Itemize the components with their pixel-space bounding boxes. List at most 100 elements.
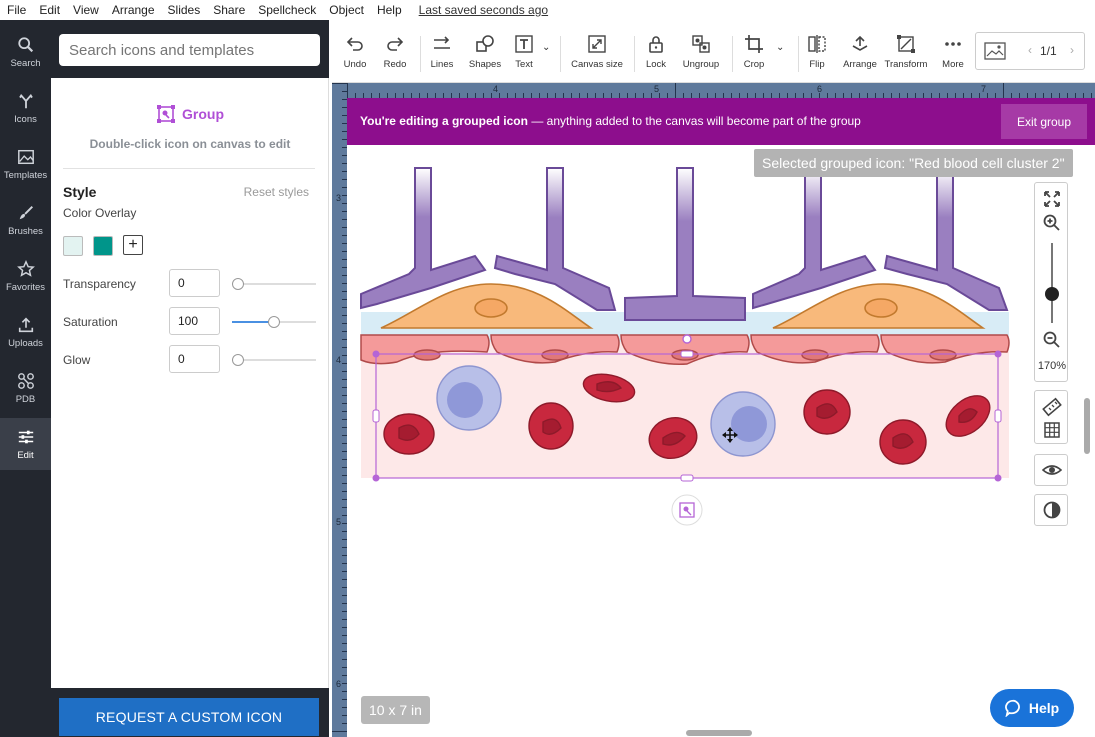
banner-text: — anything added to the canvas will beco… <box>527 114 861 128</box>
resize-handle[interactable] <box>680 350 694 358</box>
flip-button[interactable]: Flip <box>805 20 829 83</box>
rail-item-templates[interactable]: Templates <box>0 138 51 190</box>
rotate-handle[interactable] <box>682 334 692 344</box>
redo-icon <box>387 36 404 51</box>
antibody-icon <box>18 93 33 108</box>
last-saved-link[interactable]: Last saved seconds ago <box>412 3 554 17</box>
help-button[interactable]: Help <box>990 689 1074 727</box>
menu-spellcheck[interactable]: Spellcheck <box>251 3 322 17</box>
contrast-control <box>1034 494 1068 526</box>
ruler-tick <box>347 83 348 98</box>
resize-handle[interactable] <box>994 409 1002 423</box>
resize-handle[interactable] <box>680 474 694 482</box>
saturation-slider[interactable] <box>232 316 316 328</box>
glow-input[interactable] <box>169 345 220 373</box>
blood-vessel-illustration[interactable] <box>347 98 1095 737</box>
rail-item-search[interactable]: Search <box>0 26 51 78</box>
horizontal-scrollbar[interactable] <box>686 730 752 736</box>
menu-arrange[interactable]: Arrange <box>105 3 161 17</box>
transform-button[interactable]: Transform <box>884 20 928 83</box>
canvas-size-button[interactable]: Canvas size <box>570 20 624 83</box>
chevron-down-icon[interactable]: ⌄ <box>542 42 550 53</box>
zoom-out-icon[interactable] <box>1042 330 1062 350</box>
add-swatch-button[interactable]: + <box>123 235 143 255</box>
next-page-button[interactable]: › <box>1070 43 1074 57</box>
crop-button[interactable]: Crop <box>740 20 768 83</box>
ruler-label: 3 <box>336 193 342 203</box>
resize-handle[interactable] <box>994 474 1002 482</box>
glow-slider[interactable] <box>232 354 316 366</box>
lines-button[interactable]: Lines <box>426 20 458 83</box>
color-swatch-teal[interactable] <box>93 236 113 256</box>
rail-item-favorites[interactable]: Favorites <box>0 250 51 302</box>
resize-handle[interactable] <box>372 409 380 423</box>
rail-item-brushes[interactable]: Brushes <box>0 194 51 246</box>
lines-label: Lines <box>430 58 454 70</box>
preview-control <box>1034 454 1068 486</box>
transparency-input[interactable] <box>169 269 220 297</box>
chevron-down-icon[interactable]: ⌄ <box>776 42 784 53</box>
grid-icon[interactable] <box>1042 420 1062 440</box>
vertical-scrollbar[interactable] <box>1084 398 1090 454</box>
canvas-size-label: Canvas size <box>571 58 623 70</box>
star-icon <box>16 259 35 277</box>
zoom-slider-knob[interactable] <box>1045 287 1059 301</box>
lock-icon <box>649 35 663 53</box>
zoom-slider-track[interactable] <box>1051 243 1053 323</box>
color-swatch-light-teal[interactable] <box>63 236 83 256</box>
page-navigator[interactable]: ‹ 1/1 › <box>975 32 1085 70</box>
grouped-icon-banner: You're editing a grouped icon — anything… <box>347 98 1095 145</box>
rail-label: Favorites <box>5 281 46 293</box>
fit-screen-icon[interactable] <box>1042 189 1062 209</box>
transparency-slider[interactable] <box>232 278 316 290</box>
ruler-grid-controls <box>1034 390 1068 444</box>
slider-knob[interactable] <box>232 354 244 366</box>
banner-message: You're editing a grouped icon — anything… <box>360 114 861 128</box>
shapes-button[interactable]: Shapes <box>468 20 502 83</box>
page-number: 1/1 <box>1040 44 1057 58</box>
more-button[interactable]: More <box>938 20 968 83</box>
menu-share[interactable]: Share <box>206 3 251 17</box>
redo-button[interactable]: Redo <box>380 20 410 83</box>
slider-knob[interactable] <box>268 316 280 328</box>
previous-page-button[interactable]: ‹ <box>1028 43 1032 57</box>
exit-group-button[interactable]: Exit group <box>1001 104 1087 139</box>
resize-handle[interactable] <box>372 474 380 482</box>
menu-file[interactable]: File <box>0 3 32 17</box>
text-button[interactable]: Text <box>509 20 539 83</box>
rail-item-icons[interactable]: Icons <box>0 82 51 134</box>
crop-icon <box>745 34 763 53</box>
toolbar-separator <box>798 36 799 72</box>
arrange-label: Arrange <box>843 58 877 70</box>
toolbar-separator <box>732 36 733 72</box>
ruler-icon[interactable] <box>1042 397 1062 417</box>
resize-handle[interactable] <box>994 350 1002 358</box>
app-window: File Edit View Arrange Slides Share Spel… <box>0 0 1095 737</box>
reset-styles-link[interactable]: Reset styles <box>244 185 309 199</box>
menu-edit[interactable]: Edit <box>32 3 66 17</box>
resize-handle[interactable] <box>372 350 380 358</box>
request-custom-icon-button[interactable]: REQUEST A CUSTOM ICON <box>59 698 319 736</box>
undo-button[interactable]: Undo <box>340 20 370 83</box>
vertical-ruler: 3 4 5 6 <box>332 83 347 737</box>
contrast-icon[interactable] <box>1042 500 1062 520</box>
page-thumbnail-icon[interactable] <box>984 42 1006 60</box>
canvas-area[interactable]: You're editing a grouped icon — anything… <box>347 98 1095 737</box>
zoom-in-icon[interactable] <box>1042 213 1062 233</box>
menu-object[interactable]: Object <box>322 3 370 17</box>
eye-icon[interactable] <box>1042 460 1062 480</box>
rail-item-edit[interactable]: Edit <box>0 418 51 470</box>
menu-slides[interactable]: Slides <box>161 3 207 17</box>
lock-button[interactable]: Lock <box>642 20 670 83</box>
ungroup-button[interactable]: Ungroup <box>680 20 722 83</box>
search-input[interactable] <box>59 34 320 66</box>
rail-item-pdb[interactable]: PDB <box>0 362 51 414</box>
menu-help[interactable]: Help <box>370 3 408 17</box>
divider <box>63 168 315 169</box>
rail-item-uploads[interactable]: Uploads <box>0 306 51 358</box>
group-edit-icon[interactable] <box>671 494 703 526</box>
saturation-input[interactable] <box>169 307 220 335</box>
arrange-button[interactable]: Arrange <box>842 20 878 83</box>
slider-knob[interactable] <box>232 278 244 290</box>
menu-view[interactable]: View <box>66 3 105 17</box>
